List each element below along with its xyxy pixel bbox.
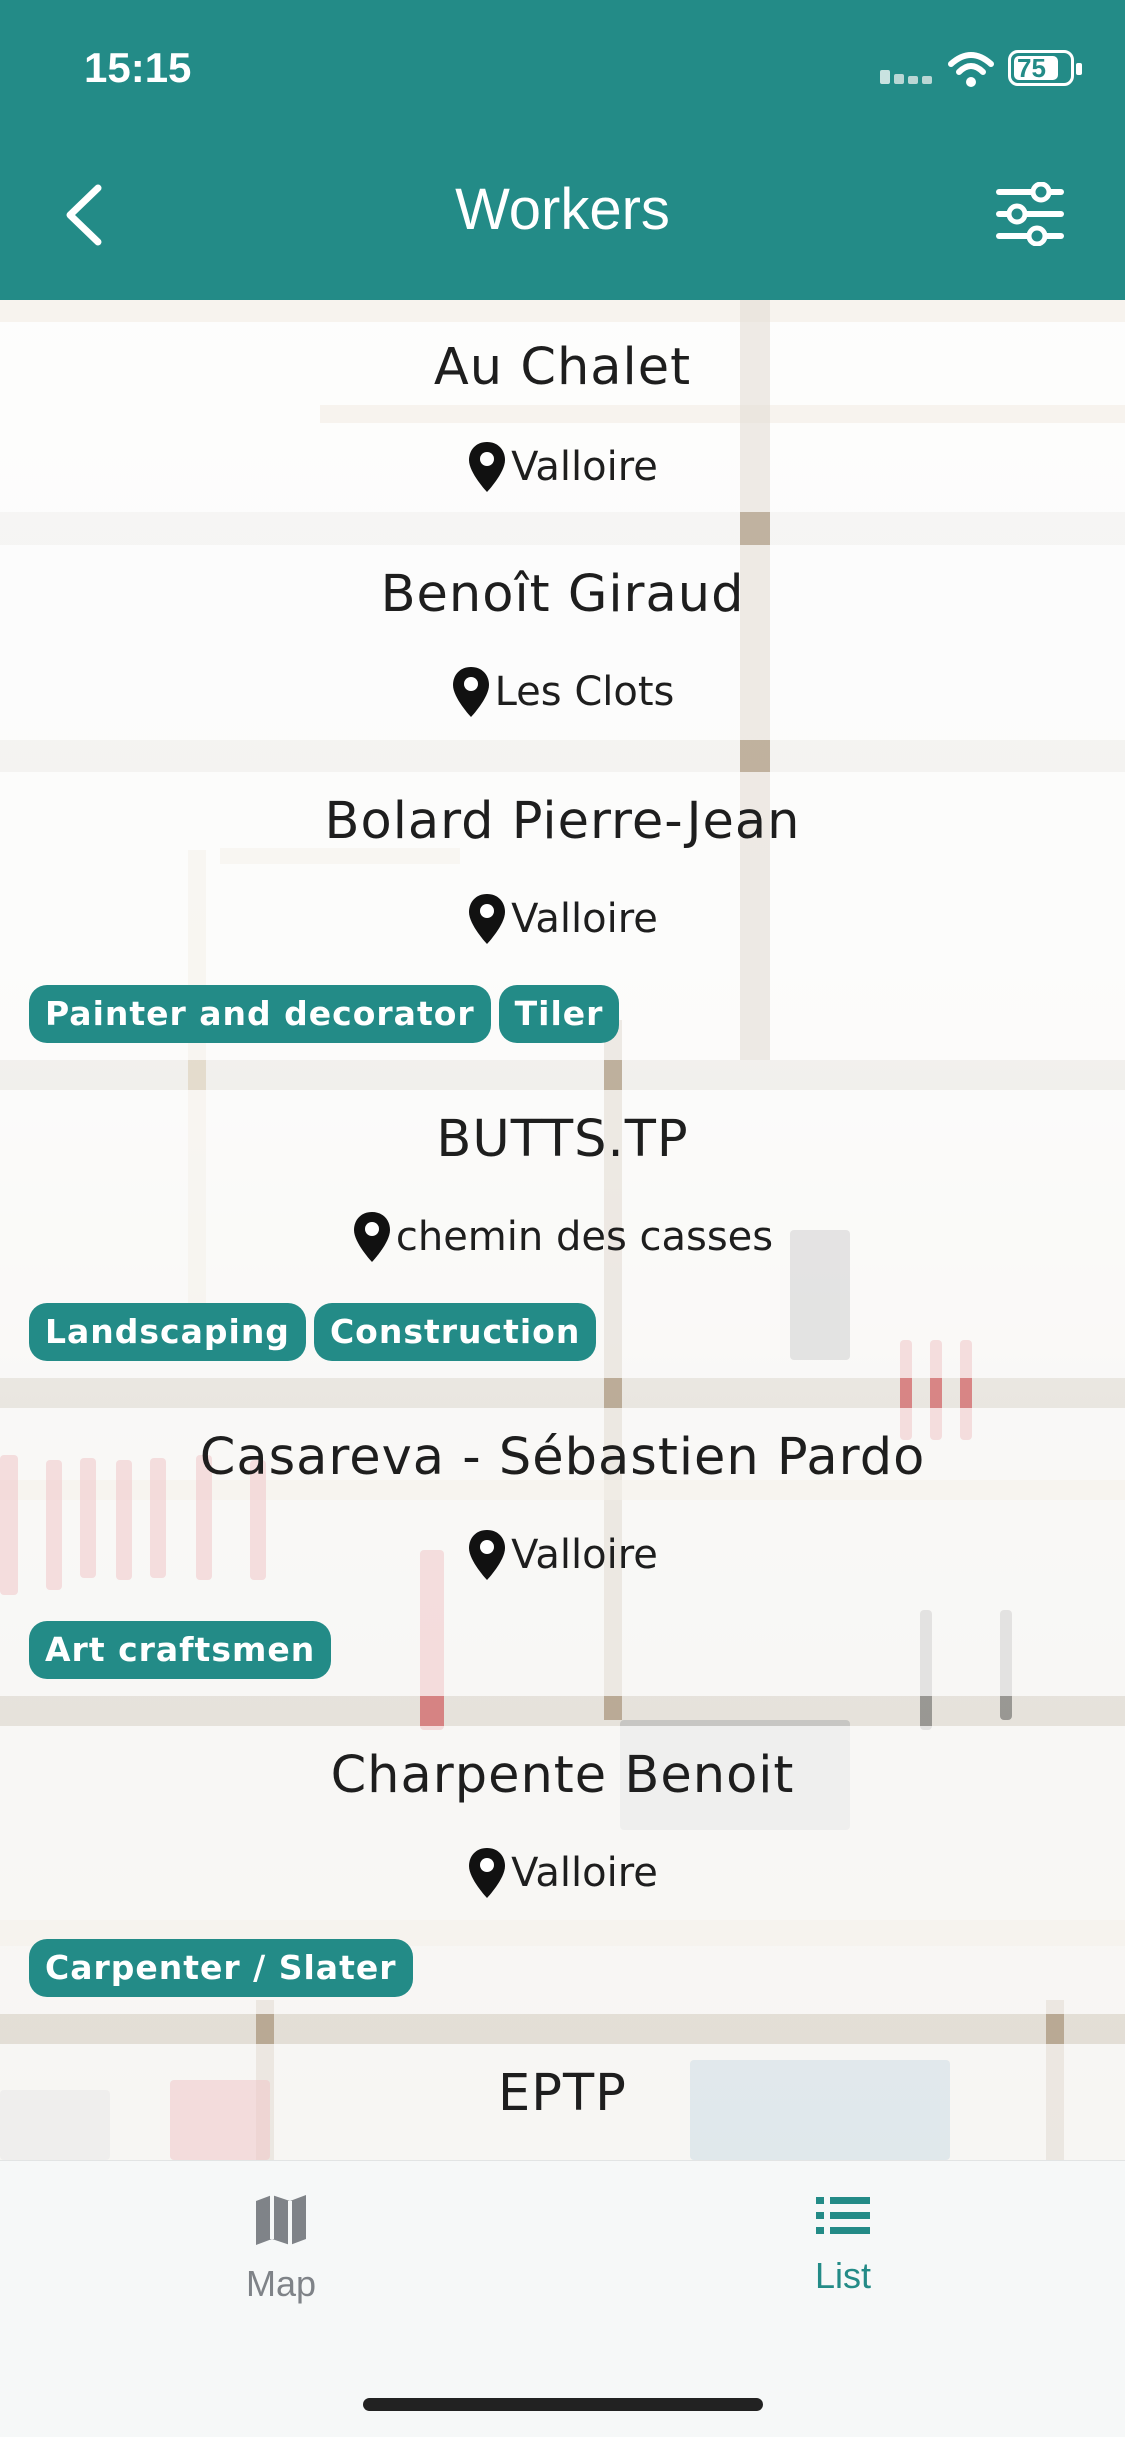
worker-location-text: Les Clots (494, 669, 675, 715)
map-pin-icon (353, 1212, 390, 1262)
filter-sliders-icon[interactable] (995, 182, 1065, 246)
worker-tags: Painter and decorator Tiler (29, 985, 620, 1043)
map-pin-icon (469, 894, 506, 944)
bottom-tab-bar: Map List (0, 2160, 1125, 2437)
worker-name: Au Chalet (433, 338, 692, 397)
trade-tag: Carpenter / Slater (29, 1939, 413, 1997)
trade-tag: Painter and decorator (29, 985, 491, 1043)
worker-tags: Art craftsmen (29, 1621, 332, 1679)
map-pin-icon (469, 1530, 506, 1580)
worker-name: EPTP (498, 2064, 627, 2123)
app-header: 15:15 75 Workers (0, 0, 1125, 300)
worker-location-text: Valloire (511, 1532, 658, 1578)
tab-map-label: Map (245, 2263, 317, 2304)
battery-icon: 75 (1008, 50, 1082, 86)
worker-location: chemin des casses (0, 1210, 1125, 1264)
tab-map[interactable]: Map (141, 2191, 421, 2305)
worker-card[interactable]: Charpente Benoit Valloire Carpenter / Sl… (0, 1726, 1125, 2014)
map-pin-icon (469, 442, 506, 492)
page-title: Workers (455, 177, 670, 242)
worker-card[interactable]: Bolard Pierre-Jean Valloire Painter and … (0, 772, 1125, 1060)
worker-card[interactable]: Casareva - Sébastien Pardo Valloire Art … (0, 1408, 1125, 1696)
trade-tag: Tiler (498, 985, 620, 1043)
worker-name: Casareva - Sébastien Pardo (199, 1428, 926, 1487)
worker-card[interactable]: EPTP (0, 2044, 1125, 2160)
worker-name: Charpente Benoit (330, 1746, 795, 1805)
worker-location: Valloire (0, 1528, 1125, 1582)
worker-location-text: chemin des casses (395, 1214, 774, 1260)
worker-location: Valloire (0, 440, 1125, 494)
worker-tags: Landscaping Construction (29, 1303, 597, 1361)
worker-location: Les Clots (0, 665, 1125, 719)
worker-name: Benoît Giraud (380, 565, 745, 624)
worker-tags: Carpenter / Slater (29, 1939, 413, 1997)
worker-location: Valloire (0, 892, 1125, 946)
battery-level: 75 (1017, 53, 1046, 83)
worker-name: Bolard Pierre-Jean (324, 792, 801, 851)
worker-name: BUTTS.TP (436, 1110, 689, 1169)
worker-card[interactable]: BUTTS.TP chemin des casses Landscaping C… (0, 1090, 1125, 1378)
worker-location-text: Valloire (511, 444, 658, 490)
status-time: 15:15 (84, 44, 192, 91)
tab-list-label: List (814, 2255, 872, 2296)
worker-card[interactable]: Au Chalet Valloire (0, 300, 1125, 512)
worker-location-text: Valloire (511, 1850, 658, 1896)
trade-tag: Construction (313, 1303, 597, 1361)
map-pin-icon (469, 1848, 506, 1898)
list-icon (816, 2197, 870, 2234)
worker-card[interactable]: Benoît Giraud Les Clots (0, 545, 1125, 740)
trade-tag: Landscaping (29, 1303, 306, 1361)
worker-location: Valloire (0, 1846, 1125, 1900)
map-icon (256, 2195, 306, 2245)
tab-list[interactable]: List (703, 2191, 983, 2297)
worker-location-text: Valloire (511, 896, 658, 942)
wifi-icon (948, 52, 994, 87)
cellular-signal-icon (880, 60, 936, 84)
map-pin-icon (452, 667, 489, 717)
trade-tag: Art craftsmen (29, 1621, 332, 1679)
home-indicator (363, 2398, 763, 2411)
